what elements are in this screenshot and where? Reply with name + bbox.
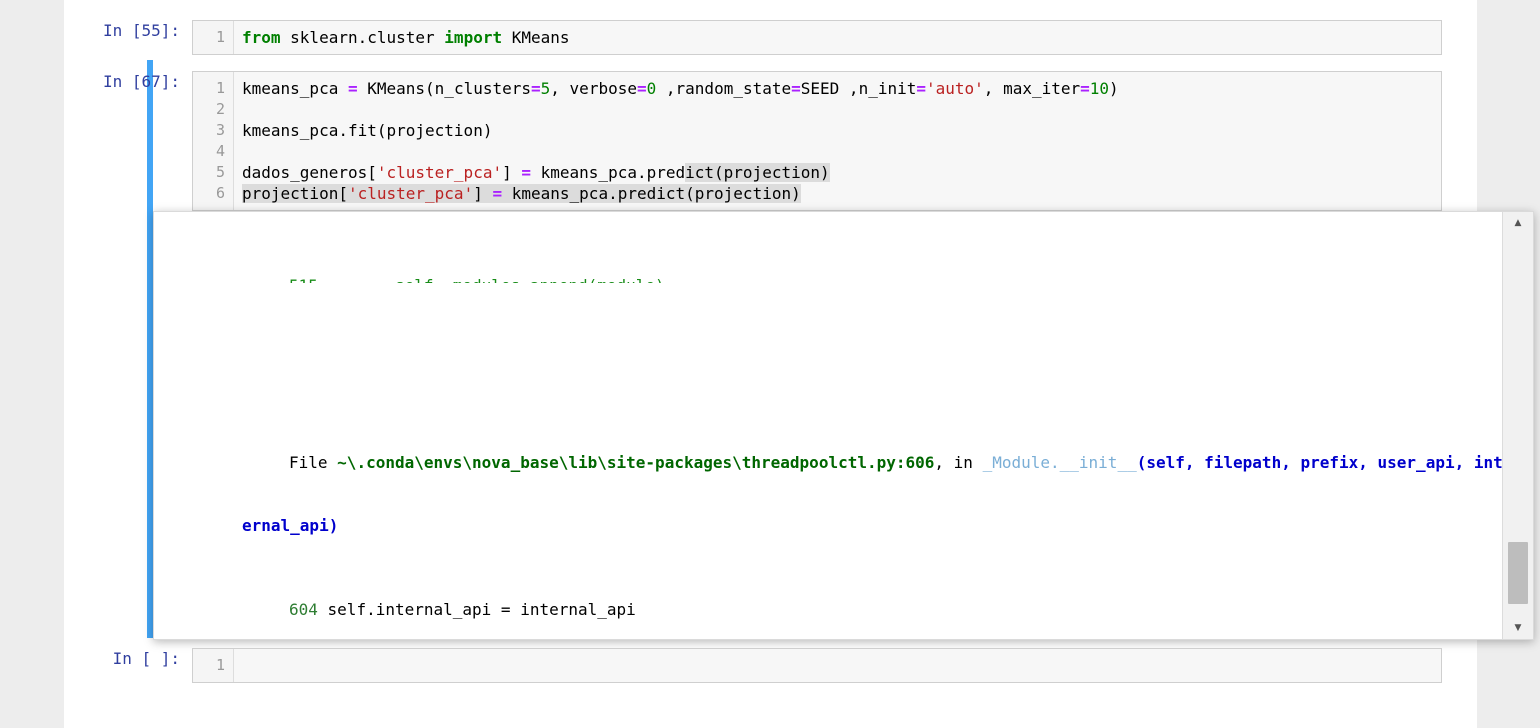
code-token-string: 'auto' bbox=[926, 79, 984, 98]
function-name: _Module.__init__ bbox=[982, 453, 1137, 472]
code-token-plain: , max_iter bbox=[983, 79, 1081, 98]
traceback-source-line: 604 self.internal_api = internal_api bbox=[154, 599, 1503, 620]
code-editor-empty[interactable] bbox=[234, 649, 1441, 682]
line-number-gutter-55: 1 bbox=[193, 21, 234, 54]
notebook-cell-empty[interactable]: In [ ]: 1 bbox=[94, 648, 1442, 683]
code-token-number: 5 bbox=[540, 79, 551, 98]
code-selection-highlight: ict(projection) bbox=[685, 163, 830, 182]
code-token-number: 10 bbox=[1089, 79, 1110, 98]
notebook-page: In [55]: 1 from sklearn.cluster import K… bbox=[64, 0, 1534, 728]
code-token-plain: , verbose bbox=[550, 79, 637, 98]
traceback-frame-1-header-wrap: ernal_api) bbox=[154, 515, 1503, 536]
code-editor-55[interactable]: from sklearn.cluster import KMeans bbox=[234, 21, 1441, 54]
notebook-cell-67[interactable]: In [67]: 1 2 3 4 5 6 kmeans_pca = KMeans… bbox=[94, 71, 1442, 211]
traceback-clipped-line: 515 self._modules.append(module) bbox=[154, 275, 1503, 283]
code-token-plain: sklearn.cluster bbox=[280, 28, 445, 47]
code-token-plain: kmeans_pca bbox=[242, 79, 348, 98]
code-editor-67[interactable]: kmeans_pca = KMeans(n_clusters=5, verbos… bbox=[234, 72, 1441, 210]
cell-prompt-67: In [67]: bbox=[102, 72, 180, 91]
code-token-operator: = bbox=[636, 79, 647, 98]
file-label: File bbox=[289, 453, 338, 472]
code-token-operator: = bbox=[521, 163, 531, 182]
cell-prompt-empty: In [ ]: bbox=[112, 649, 180, 668]
traceback-scroll-content: 515 self._modules.append(module) File ~\… bbox=[154, 212, 1503, 639]
scroll-down-arrow-icon[interactable]: ▼ bbox=[1503, 619, 1533, 637]
code-token-plain: ) bbox=[1109, 79, 1119, 98]
in-label: , in bbox=[934, 453, 983, 472]
cell-input-area-55[interactable]: 1 from sklearn.cluster import KMeans bbox=[192, 20, 1442, 55]
code-token-operator: = bbox=[1080, 79, 1090, 98]
code-token-plain: ,random_state bbox=[656, 79, 792, 98]
file-path: ~\.conda\envs\nova_base\lib\site-package… bbox=[337, 453, 935, 472]
scrollbar-thumb[interactable] bbox=[1508, 542, 1528, 604]
code-token-plain: ] bbox=[502, 163, 522, 182]
output-traceback-panel[interactable]: 515 self._modules.append(module) File ~\… bbox=[153, 211, 1534, 640]
code-token-number: 0 bbox=[646, 79, 657, 98]
cell-input-area-67[interactable]: 1 2 3 4 5 6 kmeans_pca = KMeans(n_cluste… bbox=[192, 71, 1442, 211]
code-token-plain: KMeans bbox=[502, 28, 570, 47]
line-number-gutter-67: 1 2 3 4 5 6 bbox=[193, 72, 234, 210]
notebook-cell-55[interactable]: In [55]: 1 from sklearn.cluster import K… bbox=[94, 20, 1442, 55]
function-args: (self, filepath, prefix, user_api, int bbox=[1136, 453, 1503, 472]
traceback-frame-1-header: File ~\.conda\envs\nova_base\lib\site-pa… bbox=[154, 452, 1503, 473]
code-selection-highlight: projection['cluster_pca'] = kmeans_pca.p… bbox=[242, 184, 801, 203]
cell-input-area-empty[interactable]: 1 bbox=[192, 648, 1442, 683]
cell-prompt-55: In [55]: bbox=[102, 21, 180, 40]
code-token-string: 'cluster_pca' bbox=[376, 163, 503, 182]
code-token-keyword: import bbox=[444, 28, 503, 47]
code-token-operator: = bbox=[531, 79, 541, 98]
code-token-operator: = bbox=[347, 79, 358, 98]
scroll-up-arrow-icon[interactable]: ▲ bbox=[1503, 214, 1533, 232]
code-token-operator: = bbox=[791, 79, 801, 98]
code-token-operator: = bbox=[916, 79, 926, 98]
source-code: self.internal_api = internal_api bbox=[317, 600, 636, 619]
code-token-plain: SEED ,n_init bbox=[800, 79, 917, 98]
output-vertical-scrollbar[interactable]: ▲ ▼ bbox=[1502, 212, 1533, 639]
function-args-wrapped: ernal_api) bbox=[242, 516, 339, 535]
code-token-plain: kmeans_pca.pred bbox=[531, 163, 686, 182]
code-token-keyword: from bbox=[242, 28, 281, 47]
line-number-gutter-empty: 1 bbox=[193, 649, 234, 682]
source-line-number: 604 bbox=[289, 600, 318, 619]
code-token-plain: KMeans(n_clusters bbox=[357, 79, 531, 98]
